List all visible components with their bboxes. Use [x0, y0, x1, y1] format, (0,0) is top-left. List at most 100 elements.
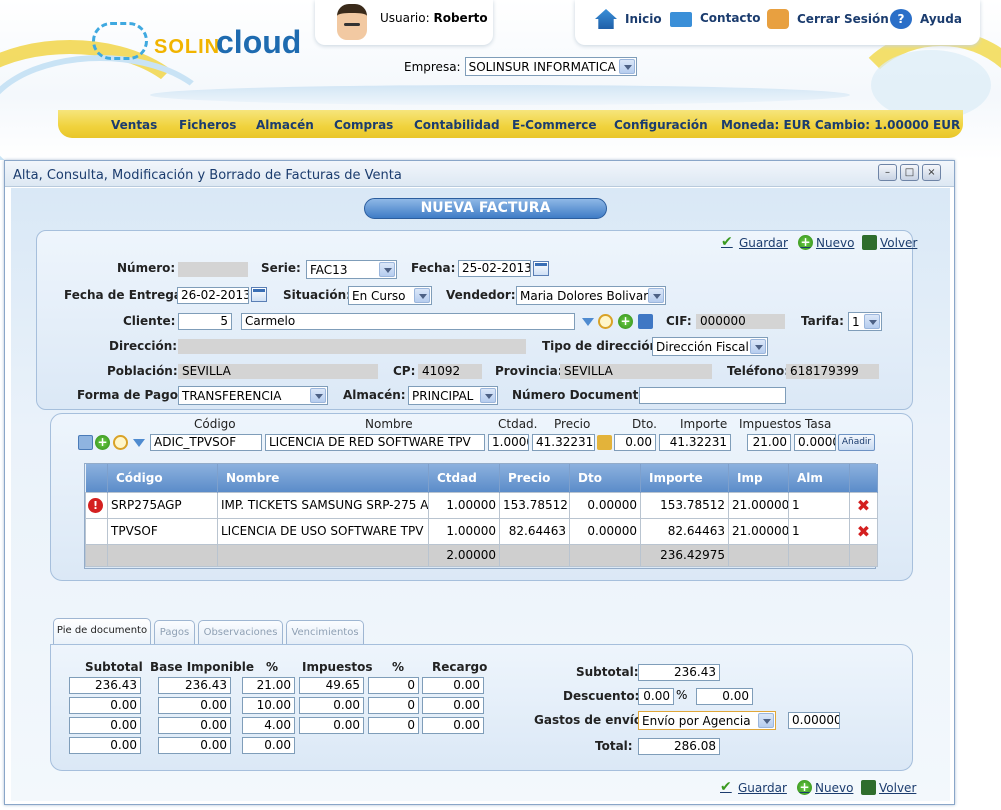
col-alm[interactable]: Alm: [788, 464, 850, 492]
add-article-icon[interactable]: +: [95, 435, 110, 450]
line-impuestos-input[interactable]: 21.00: [747, 434, 791, 451]
calendar-icon[interactable]: [533, 261, 549, 276]
list-icon[interactable]: [78, 435, 93, 450]
line-codigo-input[interactable]: ADIC_TPVSOF: [150, 434, 262, 451]
summary-total-value[interactable]: 286.08: [638, 738, 720, 755]
menu-ventas[interactable]: Ventas: [111, 118, 157, 132]
table-row[interactable]: ! SRP275AGP IMP. TICKETS SAMSUNG SRP-275…: [85, 491, 878, 519]
footer-pct-3[interactable]: 4.00: [242, 717, 295, 734]
col-codigo[interactable]: Código: [107, 464, 218, 492]
footer-base-1[interactable]: 236.43: [158, 677, 231, 694]
menu-almacen[interactable]: Almacén: [256, 118, 314, 132]
decor-swirl-left-blue: [0, 55, 220, 160]
search-icon[interactable]: [598, 314, 613, 329]
almacen-select[interactable]: PRINCIPAL: [408, 386, 498, 405]
col-ctdad[interactable]: Ctdad: [428, 464, 500, 492]
line-dto-input[interactable]: 0.00: [614, 434, 656, 451]
empresa-select[interactable]: SOLINSUR INFORMATICA: [464, 57, 637, 76]
footer-pct2-2[interactable]: 0: [368, 697, 419, 714]
nuevo-link-top[interactable]: + Nuevo: [798, 235, 854, 250]
fecha-entrega-input[interactable]: 26-02-2013: [177, 287, 249, 304]
col-imp[interactable]: Imp: [728, 464, 789, 492]
minimize-icon[interactable]: –: [878, 164, 897, 181]
menu-contabilidad[interactable]: Contabilidad: [414, 118, 500, 132]
search-article-icon[interactable]: [113, 435, 128, 450]
tab-pie-documento[interactable]: Pie de documento: [53, 618, 151, 645]
footer-pct-1[interactable]: 21.00: [242, 677, 295, 694]
guardar-link-top[interactable]: ✔ Guardar: [721, 235, 788, 250]
volver-link-top[interactable]: Volver: [862, 235, 917, 250]
fecha-input[interactable]: 25-02-2013: [458, 260, 531, 277]
footer-subtotal-3[interactable]: 0.00: [69, 717, 141, 734]
guardar-link-bottom[interactable]: ✔ Guardar: [720, 780, 787, 795]
logo[interactable]: SOLIN cloud: [92, 20, 301, 68]
dropdown-icon[interactable]: [133, 439, 145, 447]
close-icon[interactable]: ×: [922, 164, 941, 181]
maximize-icon[interactable]: □: [900, 164, 919, 181]
table-row[interactable]: TPVSOF LICENCIA DE USO SOFTWARE TPV 1.00…: [85, 517, 878, 545]
cliente-code-input[interactable]: 5: [178, 313, 232, 330]
footer-base-4[interactable]: 0.00: [158, 737, 231, 754]
edit-icon[interactable]: [638, 314, 653, 329]
nuevo-link-bottom[interactable]: + Nuevo: [797, 780, 853, 795]
line-tasa-input[interactable]: 0.0000: [794, 434, 836, 451]
footer-pct-2[interactable]: 10.00: [242, 697, 295, 714]
menu-configuracion[interactable]: Configuración: [614, 118, 708, 132]
footer-pct2-3[interactable]: 0: [368, 717, 419, 734]
numero-documento-input[interactable]: [639, 387, 786, 404]
footer-subtotal-1[interactable]: 236.43: [69, 677, 141, 694]
line-ctdad-input[interactable]: 1.0000: [488, 434, 529, 451]
dropdown-icon[interactable]: [582, 318, 594, 326]
menu-ficheros[interactable]: Ficheros: [179, 118, 236, 132]
summary-gastos-value[interactable]: 0.00000: [788, 712, 840, 729]
logo-suffix: cloud: [216, 24, 302, 60]
tab-pagos[interactable]: Pagos: [154, 620, 195, 645]
nav-cerrar-sesion[interactable]: Cerrar Sesión: [767, 9, 889, 29]
add-line-button[interactable]: Añadir: [838, 434, 875, 451]
line-precio-input[interactable]: 41.32231: [532, 434, 595, 451]
footer-recargo-1[interactable]: 0.00: [422, 677, 484, 694]
tarifa-select[interactable]: 1: [848, 312, 882, 331]
situacion-select[interactable]: En Curso: [348, 286, 432, 305]
col-dto[interactable]: Dto: [569, 464, 641, 492]
add-client-icon[interactable]: +: [618, 314, 633, 329]
summary-descuento-pct[interactable]: 0.00: [638, 688, 674, 705]
vendedor-select[interactable]: Maria Dolores Bolivar: [516, 286, 666, 305]
price-lookup-icon[interactable]: [597, 435, 612, 450]
footer-recargo-3[interactable]: 0.00: [422, 717, 484, 734]
footer-impuestos-1[interactable]: 49.65: [299, 677, 364, 694]
col-nombre[interactable]: Nombre: [217, 464, 429, 492]
footer-hdr-pct: %: [266, 660, 279, 674]
nav-contacto[interactable]: Contacto: [670, 9, 761, 27]
tipo-direccion-select[interactable]: Dirección Fiscal: [652, 337, 768, 356]
footer-impuestos-3[interactable]: 0.00: [299, 717, 364, 734]
footer-base-2[interactable]: 0.00: [158, 697, 231, 714]
menu-ecommerce[interactable]: E-Commerce: [512, 118, 597, 132]
cliente-name-input[interactable]: Carmelo: [241, 313, 575, 330]
line-importe-input[interactable]: 41.32231: [659, 434, 731, 451]
footer-recargo-2[interactable]: 0.00: [422, 697, 484, 714]
line-nombre-input[interactable]: LICENCIA DE RED SOFTWARE TPV: [265, 434, 485, 451]
delete-icon[interactable]: ✖: [857, 522, 870, 541]
tab-vencimientos[interactable]: Vencimientos: [286, 620, 364, 645]
footer-subtotal-2[interactable]: 0.00: [69, 697, 141, 714]
nav-ayuda[interactable]: ? Ayuda: [890, 9, 962, 29]
footer-impuestos-2[interactable]: 0.00: [299, 697, 364, 714]
summary-descuento-value[interactable]: 0.00: [696, 688, 753, 705]
forma-pago-select[interactable]: TRANSFERENCIA: [178, 386, 328, 405]
volver-link-bottom[interactable]: Volver: [861, 780, 916, 795]
footer-pct2-1[interactable]: 0: [368, 677, 419, 694]
footer-subtotal-4[interactable]: 0.00: [69, 737, 141, 754]
menu-compras[interactable]: Compras: [334, 118, 393, 132]
serie-select[interactable]: FAC13: [306, 260, 397, 279]
footer-pct-4[interactable]: 0.00: [242, 737, 295, 754]
delete-icon[interactable]: ✖: [857, 496, 870, 515]
gastos-select[interactable]: Envío por Agencia: [638, 711, 776, 730]
col-precio[interactable]: Precio: [499, 464, 570, 492]
col-importe[interactable]: Importe: [640, 464, 729, 492]
nav-inicio[interactable]: Inicio: [595, 9, 662, 29]
calendar-icon[interactable]: [251, 287, 267, 302]
footer-base-3[interactable]: 0.00: [158, 717, 231, 734]
summary-subtotal-value[interactable]: 236.43: [638, 664, 720, 681]
tab-observaciones[interactable]: Observaciones: [198, 620, 283, 645]
